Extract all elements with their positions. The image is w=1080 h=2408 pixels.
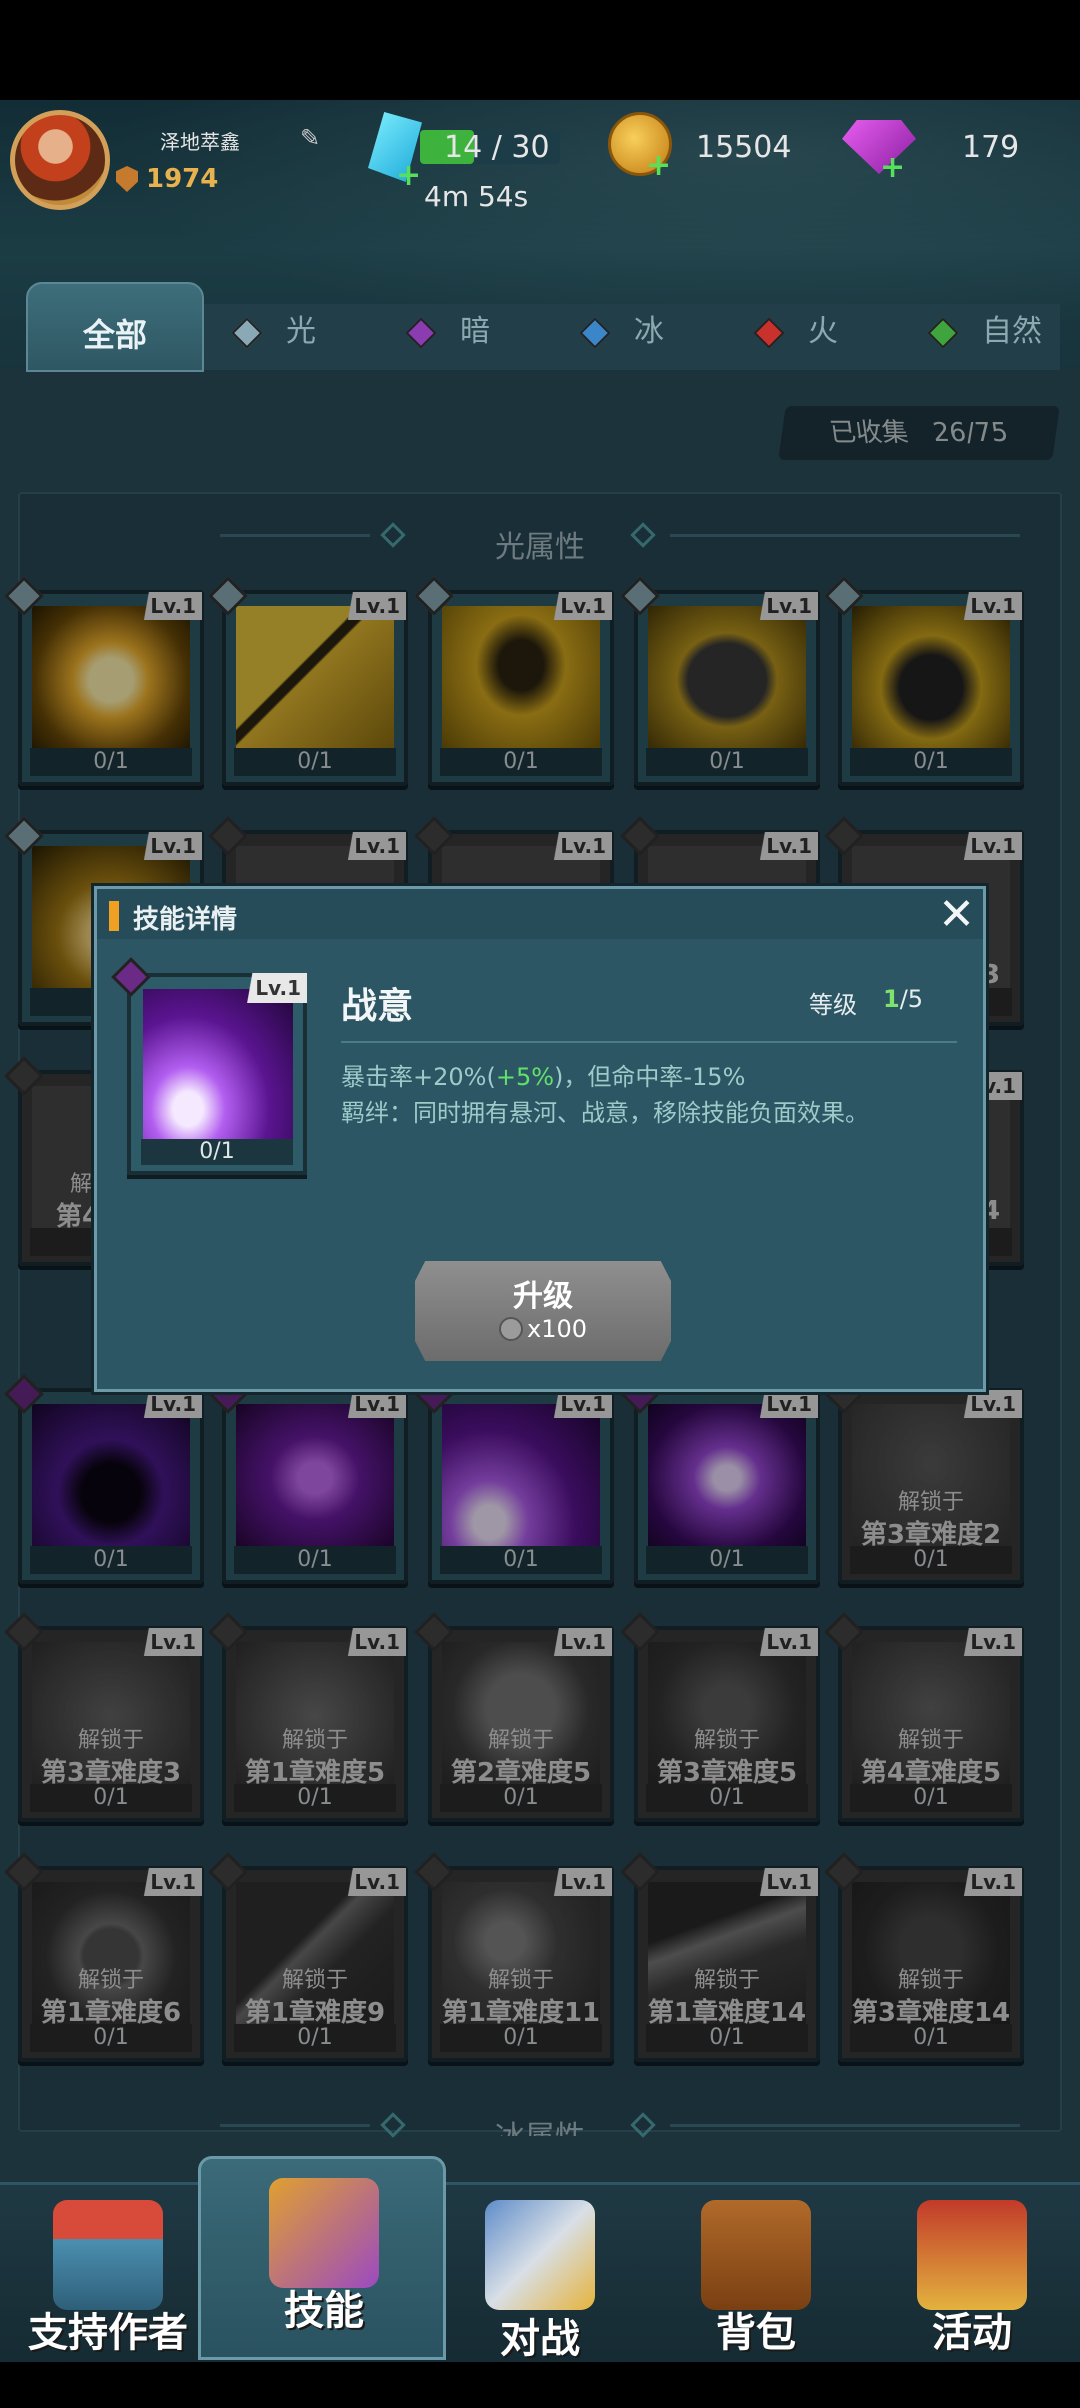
shop-icon: [53, 2200, 163, 2310]
skill-name: 战意: [341, 986, 414, 1027]
effect-text: )，但命中率-15%: [554, 1063, 746, 1091]
nav-label: 对战: [500, 2316, 580, 2362]
nav-skills[interactable]: 技能: [216, 2160, 432, 2340]
energy-value: 14 / 30: [444, 130, 550, 165]
coin-value: 15504: [696, 130, 792, 165]
nav-events[interactable]: 活动: [864, 2182, 1080, 2362]
add-coin-icon[interactable]: +: [646, 148, 671, 183]
tab-dark[interactable]: 暗: [405, 306, 490, 352]
gem-value: 179: [962, 130, 1020, 165]
skill-effect: 暴击率+20%(+5%)，但命中率-15%: [341, 1059, 869, 1095]
tab-all[interactable]: 全部: [26, 282, 204, 372]
coin-icon: [498, 1317, 523, 1341]
card-count: 0/1: [141, 1139, 293, 1165]
nav-backpack[interactable]: 背包: [648, 2182, 864, 2362]
skill-description: 暴击率+20%(+5%)，但命中率-15% 羁绊：同时拥有悬河、战意，移除技能负…: [341, 1059, 869, 1131]
nav-label: 支持作者: [28, 2310, 188, 2356]
skill-art: [143, 989, 293, 1139]
divider: [341, 1041, 957, 1043]
level-value: 1/5: [883, 985, 923, 1013]
system-nav-area: [0, 2362, 1080, 2408]
nav-label: 背包: [716, 2310, 796, 2356]
skill-card-preview: Lv.1 0/1: [111, 957, 307, 1175]
event-shield-icon: [917, 2200, 1027, 2310]
skill-bond: 羁绊：同时拥有悬河、战意，移除技能负面效果。: [341, 1099, 869, 1127]
light-element-icon: [231, 316, 263, 349]
add-energy-icon[interactable]: +: [396, 158, 421, 193]
upgrade-label: 升级: [513, 1279, 573, 1314]
tab-label: 全部: [82, 316, 147, 354]
tab-label: 自然: [982, 314, 1042, 349]
player-name: 泽地萃鑫: [160, 130, 240, 154]
tab-label: 火: [808, 314, 838, 349]
nav-support-author[interactable]: 支持作者: [0, 2182, 216, 2362]
tab-label: 冰: [634, 314, 664, 349]
edit-pencil-icon[interactable]: ✎: [300, 124, 320, 152]
tab-fire[interactable]: 火: [753, 306, 838, 352]
tab-ice[interactable]: 冰: [579, 306, 664, 352]
element-tabs: 全部 光 暗 冰 火 自然: [0, 282, 1080, 372]
crossed-swords-icon: [485, 2200, 595, 2310]
nav-battle[interactable]: 对战: [432, 2182, 648, 2362]
effect-bonus: +5%: [495, 1063, 555, 1091]
player-avatar[interactable]: [10, 110, 110, 210]
add-gem-icon[interactable]: +: [880, 150, 905, 185]
title-accent-bar: [109, 901, 119, 931]
dark-element-icon: [405, 316, 437, 349]
fire-element-icon: [753, 316, 785, 349]
tab-nature[interactable]: 自然: [927, 306, 1042, 352]
upgrade-cost: x100: [415, 1315, 671, 1343]
nav-label: 技能: [284, 2288, 364, 2334]
tab-label: 光: [286, 314, 316, 349]
level-max: /5: [899, 985, 924, 1013]
dialog-title: 技能详情: [133, 905, 238, 935]
skill-detail-dialog: 技能详情 ✕ Lv.1 0/1 战意 等级 1/5 暴击率+20%(+5%)，但…: [94, 886, 986, 1392]
dialog-titlebar: 技能详情: [97, 889, 983, 939]
tab-light[interactable]: 光: [231, 306, 316, 352]
upgrade-button[interactable]: 升级 x100: [415, 1261, 671, 1361]
energy-timer: 4m 54s: [424, 180, 529, 213]
tab-label: 暗: [460, 314, 490, 349]
nav-label: 活动: [932, 2310, 1012, 2356]
upgrade-cost-value: x100: [526, 1315, 587, 1343]
backpack-icon: [701, 2200, 811, 2310]
skill-cards-icon: [269, 2178, 379, 2288]
ice-element-icon: [579, 316, 611, 349]
level-label: 等级: [809, 991, 857, 1019]
close-icon[interactable]: ✕: [938, 893, 975, 937]
card-level: Lv.1: [235, 973, 307, 1003]
rank-value: 1974: [146, 164, 219, 194]
effect-text: 暴击率+20%(: [341, 1063, 496, 1091]
nature-element-icon: [927, 316, 959, 349]
level-current: 1: [883, 985, 900, 1013]
